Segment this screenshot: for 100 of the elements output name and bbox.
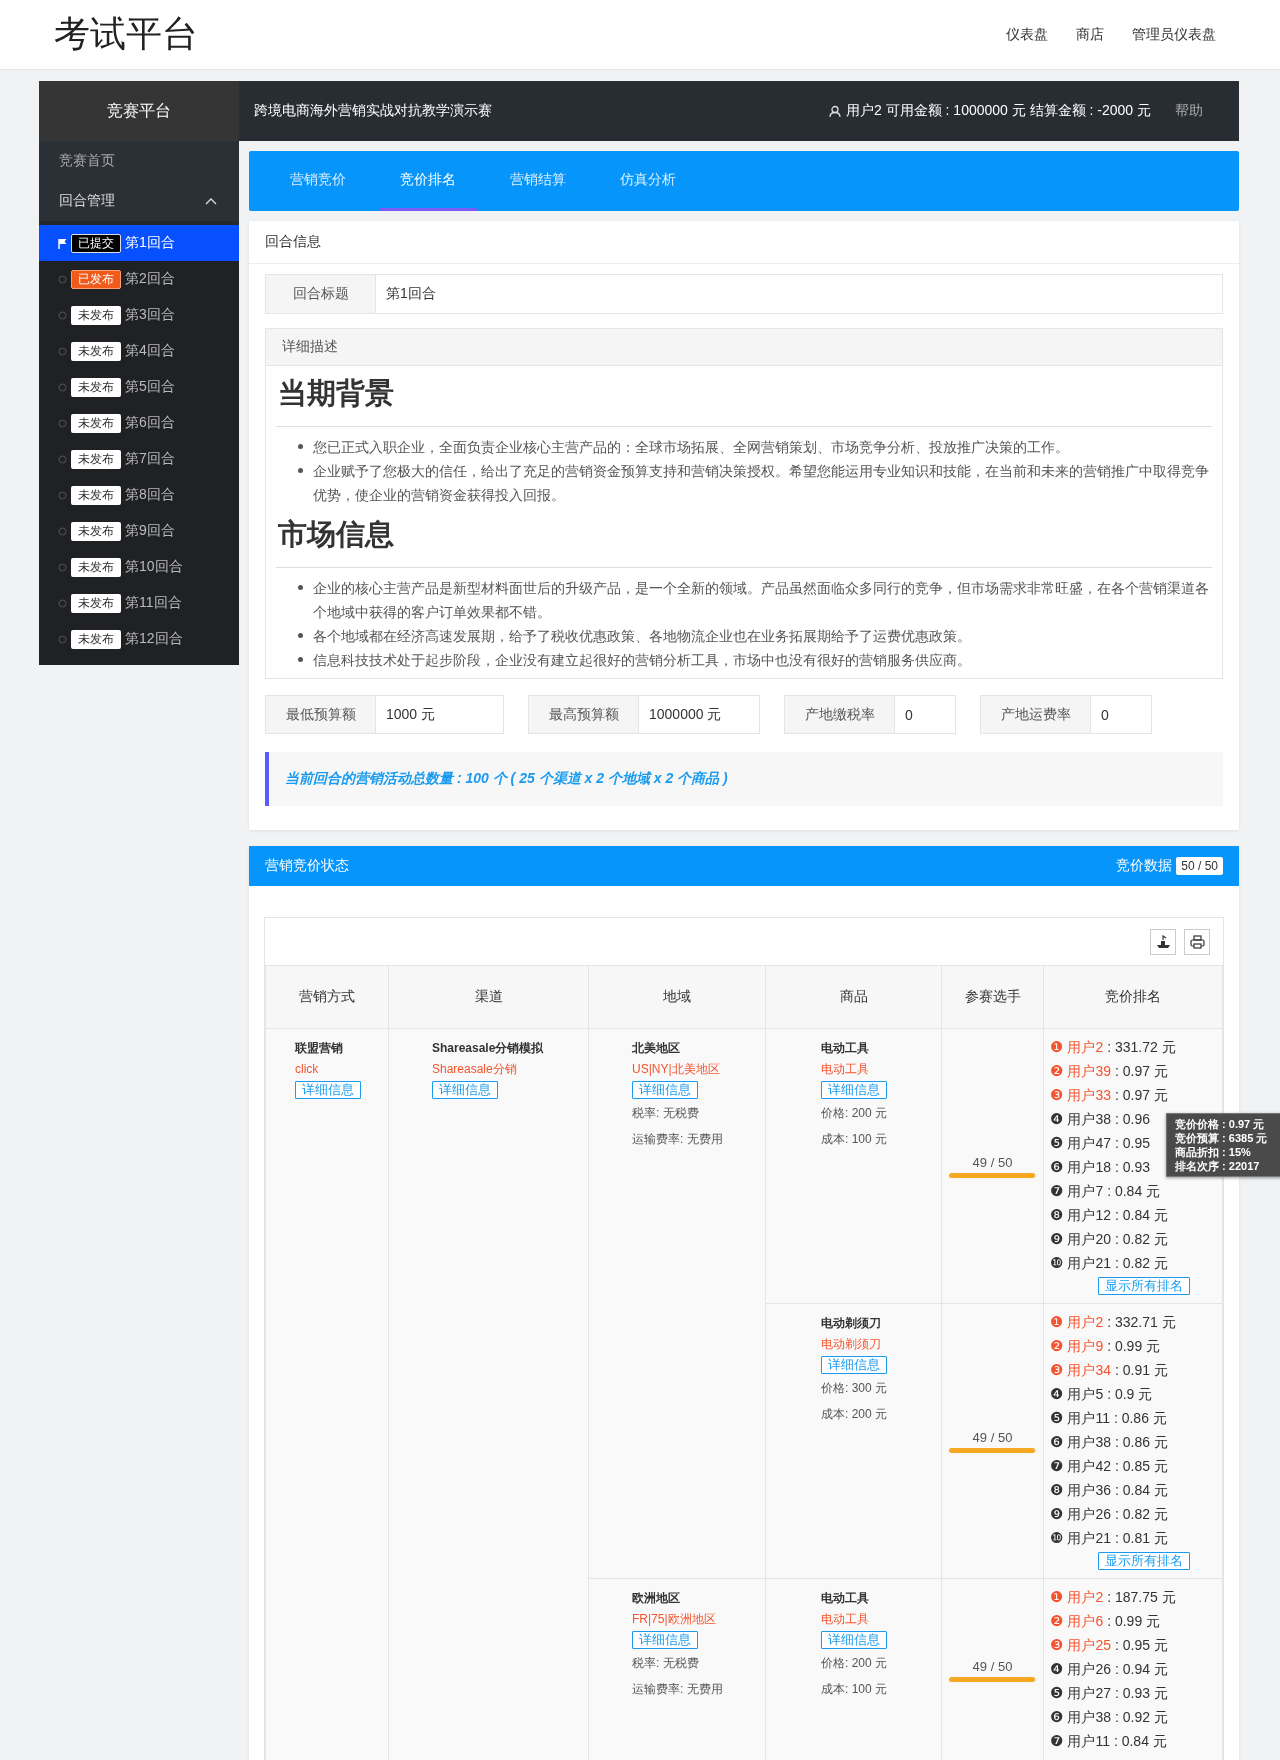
ranking-entry: ❹ 用户26 : 0.94 元: [1050, 1659, 1168, 1680]
ranking-entry: ❶ 用户2 : 332.71 元: [1050, 1312, 1176, 1333]
cell-code: US|NY|北美地区: [632, 1061, 721, 1078]
ranking-entry: ❾ 用户26 : 0.82 元: [1050, 1504, 1168, 1525]
column-header: 渠道: [388, 966, 589, 1029]
tooltip-text: 竞价价格 : 0.97 元: [1175, 1117, 1266, 1131]
cell-text: 运输费率: 无费用: [632, 1131, 724, 1148]
status-badge: 已提交: [71, 233, 121, 253]
field-value: 1000 元: [385, 704, 437, 724]
panel-title: 回合信息: [249, 221, 1239, 264]
ranking-entry: ❿ 用户21 : 0.82 元: [1050, 1253, 1168, 1274]
status-badge: 未发布: [71, 485, 121, 505]
status-badge: 未发布: [71, 629, 121, 649]
sidebar-item[interactable]: 竞赛首页: [39, 141, 239, 181]
cell-title: 北美地区: [632, 1040, 681, 1057]
site-title: 考试平台: [54, 12, 198, 56]
user-icon: [829, 104, 841, 118]
cell-text: 价格: 200 元: [821, 1655, 889, 1672]
bullet-icon: [298, 444, 303, 449]
ranking-entry: ❷ 用户9 : 0.99 元: [1050, 1336, 1161, 1357]
counter-label: 竞价数据: [1116, 857, 1173, 875]
column-header: 地域: [588, 966, 766, 1029]
status-badge: 未发布: [71, 377, 121, 397]
nav-link[interactable]: 仪表盘: [1006, 25, 1048, 44]
status-badge: 未发布: [71, 413, 121, 433]
round-item[interactable]: 未发布 第5回合: [39, 369, 239, 405]
status-badge: 未发布: [71, 305, 121, 325]
paragraph: 企业赋予了您极大的信任，给出了充足的营销资金预算支持和营销决策授权。希望您能运用专业知识和技能，在当前和未来的营销推广中取得竞争优势，使企业的营销资金获得投入回报。: [313, 462, 1210, 505]
print-icon: [1189, 934, 1205, 949]
round-item[interactable]: 未发布 第9回合: [39, 513, 239, 549]
cell-text: 成本: 100 元: [821, 1681, 889, 1698]
cell-text: 税率: 无税费: [632, 1655, 700, 1672]
ranking-entry: ❻ 用户38 : 0.92 元: [1050, 1707, 1168, 1728]
round-item[interactable]: 未发布 第10回合: [39, 549, 239, 585]
help-link[interactable]: 帮助: [1175, 102, 1203, 120]
bullet-icon: [298, 633, 303, 638]
notice-text: 当前回合的营销活动总数量 : 100 个 ( 25 个渠道 x 2 个地域 x 2 个商品 ): [265, 752, 1223, 806]
brand-title: 竞赛平台: [39, 81, 239, 141]
circle-icon: [58, 382, 67, 392]
field-label: 产地运费率: [981, 696, 1091, 733]
player-count: 49 / 50: [971, 1154, 1014, 1170]
round-item[interactable]: 未发布 第6回合: [39, 405, 239, 441]
nav-link[interactable]: 管理员仪表盘: [1132, 25, 1216, 44]
field-value: 0: [1100, 705, 1110, 725]
print-button[interactable]: [1184, 928, 1210, 955]
circle-icon: [58, 526, 67, 536]
round-item[interactable]: 未发布 第11回合: [39, 585, 239, 621]
field-label: 最低预算额: [266, 696, 376, 733]
paragraph: 各个地域都在经济高速发展期，给予了税收优惠政策、各地物流企业也在业务拓展期给予了运费优惠政策。: [313, 627, 971, 646]
ranking-entry: ❷ 用户39 : 0.97 元: [1050, 1061, 1168, 1082]
round-item[interactable]: 未发布 第3回合: [39, 297, 239, 333]
round-item[interactable]: 已发布 第2回合: [39, 261, 239, 297]
bullet-icon: [298, 657, 303, 662]
ranking-entry: ❹ 用户5 : 0.9 元: [1050, 1384, 1153, 1405]
ranking-entry: ❼ 用户11 : 0.84 元: [1050, 1731, 1167, 1752]
ranking-entry: ❼ 用户7 : 0.84 元: [1050, 1181, 1161, 1202]
ranking-entry: ❹ 用户38 : 0.96: [1050, 1109, 1150, 1130]
ranking-entry: ❺ 用户11 : 0.86 元: [1050, 1408, 1167, 1429]
round-item[interactable]: 未发布 第12回合: [39, 621, 239, 657]
ranking-entry: ❿ 用户21 : 0.81 元: [1050, 1528, 1168, 1549]
round-item[interactable]: 未发布 第8回合: [39, 477, 239, 513]
field-value: 1000000 元: [648, 704, 723, 724]
cell-code: FR|75|欧洲地区: [632, 1611, 717, 1628]
circle-icon: [58, 418, 67, 428]
column-header: 商品: [765, 966, 942, 1029]
circle-icon: [58, 310, 67, 320]
ranking-entry: ❸ 用户25 : 0.95 元: [1050, 1635, 1168, 1656]
tooltip-text: 竞价预算 : 6385 元: [1175, 1131, 1269, 1145]
cell-text: 运输费率: 无费用: [632, 1681, 724, 1698]
round-item[interactable]: 未发布 第4回合: [39, 333, 239, 369]
cell-code: 电动工具: [821, 1061, 870, 1078]
ranking-entry: ❼ 用户42 : 0.85 元: [1050, 1456, 1168, 1477]
round-item[interactable]: 未发布 第7回合: [39, 441, 239, 477]
field-label: 回合标题: [266, 275, 376, 313]
circle-icon: [58, 454, 67, 464]
field-value: 0: [904, 705, 914, 725]
status-badge: 未发布: [71, 449, 121, 469]
export-button[interactable]: [1150, 928, 1176, 955]
boat-icon: [1155, 934, 1171, 949]
ranking-entry: ❺ 用户27 : 0.93 元: [1050, 1683, 1168, 1704]
status-badge: 未发布: [71, 341, 121, 361]
column-header: 营销方式: [265, 966, 389, 1029]
sidebar-item[interactable]: 回合管理: [59, 192, 115, 210]
cell-title: 电动剃须刀: [821, 1315, 882, 1332]
cell-code: Shareasale分销: [432, 1061, 518, 1078]
status-badge: 已发布: [71, 269, 121, 289]
cell-text: 成本: 200 元: [821, 1406, 889, 1423]
nav-link[interactable]: 商店: [1076, 25, 1104, 44]
cell-code: 电动工具: [821, 1611, 870, 1628]
field-value: 第1回合: [385, 284, 437, 303]
section-heading: 当期背景: [276, 366, 1212, 427]
player-count: 49 / 50: [971, 1429, 1014, 1445]
ranking-entry: ❶ 用户2 : 331.72 元: [1050, 1037, 1176, 1058]
cell-text: 价格: 300 元: [821, 1380, 889, 1397]
ranking-entry: ❽ 用户12 : 0.84 元: [1050, 1205, 1168, 1226]
bullet-icon: [298, 585, 303, 590]
round-item[interactable]: 已提交 第1回合: [39, 225, 239, 261]
circle-icon: [58, 490, 67, 500]
panel-title: 营销竞价状态: [265, 857, 349, 875]
paragraph: 您已正式入职企业，全面负责企业核心主营产品的：全球市场拓展、全网营销策划、市场竞争分析、投放推广决策的工作。: [313, 438, 1069, 457]
